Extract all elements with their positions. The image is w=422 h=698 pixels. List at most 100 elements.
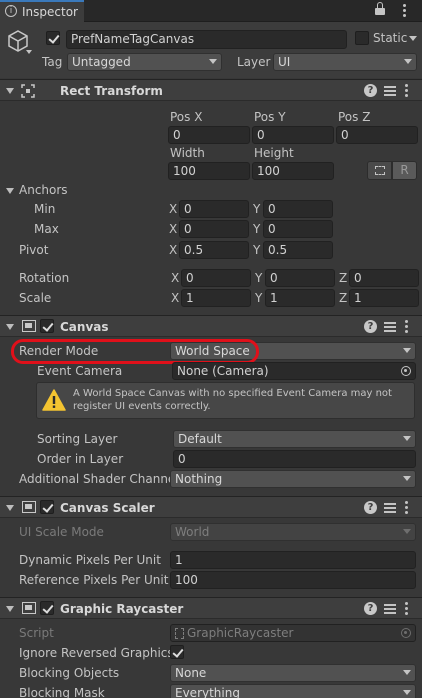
blueprint-mode-button[interactable] (367, 161, 392, 180)
foldout-arrow-icon[interactable] (6, 324, 14, 330)
max-x-axis-label: X (169, 222, 178, 236)
canvas-scaler-header[interactable]: Canvas Scaler ? (0, 496, 422, 518)
event-camera-value: None (Camera) (177, 364, 269, 378)
pivot-x-field[interactable]: 0.5 (179, 241, 249, 259)
min-x-field[interactable]: 0 (179, 200, 249, 218)
pivot-y-axis-label: Y (253, 243, 261, 257)
blocking-objects-label: Blocking Objects (19, 666, 120, 680)
rotation-label: Rotation (19, 271, 70, 285)
foldout-arrow-icon[interactable] (6, 88, 14, 94)
preset-icon[interactable] (384, 602, 396, 615)
raycaster-enabled-checkbox[interactable] (40, 601, 54, 615)
rot-y-field[interactable]: 0 (265, 269, 335, 287)
blueprint-icon (375, 166, 385, 175)
layer-dropdown[interactable]: UI (273, 53, 417, 71)
ignore-reversed-label: Ignore Reversed Graphics (19, 646, 174, 660)
min-label: Min (34, 202, 56, 216)
static-dropdown-arrow[interactable] (409, 36, 417, 41)
component-menu-icon[interactable] (405, 84, 408, 97)
script-file-icon (175, 628, 184, 639)
max-y-field[interactable]: 0 (263, 220, 333, 238)
shader-channel-dropdown[interactable]: Nothing (170, 470, 416, 488)
icon-dropdown-arrow[interactable] (26, 50, 32, 54)
inspector-tab[interactable]: i Inspector (0, 0, 84, 22)
foldout-arrow-icon[interactable] (6, 606, 14, 612)
blocking-mask-dropdown[interactable]: Everything (170, 684, 416, 698)
min-y-axis-label: Y (253, 202, 261, 216)
active-checkbox[interactable] (46, 31, 60, 45)
graphic-raycaster-header[interactable]: Graphic Raycaster ? (0, 597, 422, 619)
component-menu-icon[interactable] (405, 602, 408, 615)
tab-title: Inspector (22, 5, 78, 19)
canvas-icon (22, 320, 36, 332)
scale-x-axis-label: X (171, 291, 180, 305)
tag-dropdown[interactable]: Untagged (67, 53, 222, 71)
width-field[interactable]: 100 (168, 162, 250, 180)
max-label: Max (34, 222, 59, 236)
warning-icon (42, 389, 66, 411)
pos-y-label: Pos Y (254, 110, 286, 124)
max-y-axis-label: Y (253, 222, 261, 236)
ui-scale-mode-label: UI Scale Mode (19, 525, 104, 539)
object-picker-icon[interactable] (401, 366, 411, 376)
rect-transform-title: Rect Transform (60, 84, 163, 98)
component-menu-icon[interactable] (405, 501, 408, 514)
raw-edit-button[interactable]: R (392, 161, 417, 180)
canvas-header[interactable]: Canvas ? (0, 315, 422, 337)
rect-transform-header[interactable]: Rect Transform ? (0, 79, 422, 101)
rot-x-field[interactable]: 0 (181, 269, 251, 287)
max-x-field[interactable]: 0 (179, 220, 249, 238)
order-in-layer-field[interactable]: 0 (173, 450, 416, 468)
canvas-scaler-icon (22, 501, 36, 513)
event-camera-field[interactable]: None (Camera) (172, 362, 416, 380)
pos-x-label: Pos X (170, 110, 203, 124)
help-icon[interactable]: ? (364, 320, 377, 333)
blocking-objects-value: None (175, 666, 207, 680)
lock-icon[interactable] (375, 2, 385, 16)
static-checkbox[interactable] (355, 31, 369, 45)
tab-menu-icon[interactable] (403, 4, 406, 17)
reference-pixels-field[interactable]: 100 (170, 571, 416, 589)
reference-pixels-label: Reference Pixels Per Unit (19, 573, 169, 587)
height-field[interactable]: 100 (252, 162, 334, 180)
pos-y-field[interactable]: 0 (252, 126, 334, 144)
rot-z-field[interactable]: 0 (349, 269, 419, 287)
scale-z-field[interactable]: 1 (349, 289, 419, 307)
dynamic-pixels-field[interactable]: 1 (170, 551, 416, 569)
rot-y-axis-label: Y (255, 271, 263, 285)
preset-icon[interactable] (384, 320, 396, 333)
min-y-field[interactable]: 0 (263, 200, 333, 218)
ui-scale-mode-value: World (175, 525, 210, 539)
chevron-down-icon (403, 670, 411, 675)
graphic-raycaster-title: Graphic Raycaster (60, 602, 184, 616)
help-icon[interactable]: ? (364, 602, 377, 615)
script-label: Script (19, 626, 54, 640)
blocking-objects-dropdown[interactable]: None (170, 664, 416, 682)
anchors-foldout-icon[interactable] (6, 188, 14, 194)
pos-z-field[interactable]: 0 (336, 126, 418, 144)
help-icon[interactable]: ? (364, 84, 377, 97)
sorting-layer-dropdown[interactable]: Default (173, 430, 416, 448)
chevron-down-icon (404, 59, 412, 64)
pivot-y-field[interactable]: 0.5 (263, 241, 333, 259)
foldout-arrow-icon[interactable] (6, 505, 14, 511)
help-icon[interactable]: ? (364, 501, 377, 514)
min-x-axis-label: X (169, 202, 178, 216)
anchors-label: Anchors (19, 183, 68, 197)
scale-y-field[interactable]: 1 (265, 289, 335, 307)
scale-x-field[interactable]: 1 (181, 289, 251, 307)
chevron-down-icon (403, 476, 411, 481)
sorting-layer-value: Default (178, 432, 222, 446)
preset-icon[interactable] (384, 84, 396, 97)
ignore-reversed-checkbox[interactable] (170, 645, 184, 659)
component-menu-icon[interactable] (405, 320, 408, 333)
object-name-field[interactable]: PrefNameTagCanvas (66, 30, 347, 49)
preset-icon[interactable] (384, 501, 396, 514)
script-value: GraphicRaycaster (187, 626, 294, 640)
pivot-label: Pivot (19, 243, 49, 257)
canvas-scaler-enabled-checkbox[interactable] (40, 500, 54, 514)
pos-x-field[interactable]: 0 (168, 126, 250, 144)
layer-label: Layer (237, 55, 271, 69)
scale-z-axis-label: Z (339, 291, 348, 305)
canvas-enabled-checkbox[interactable] (40, 319, 54, 333)
